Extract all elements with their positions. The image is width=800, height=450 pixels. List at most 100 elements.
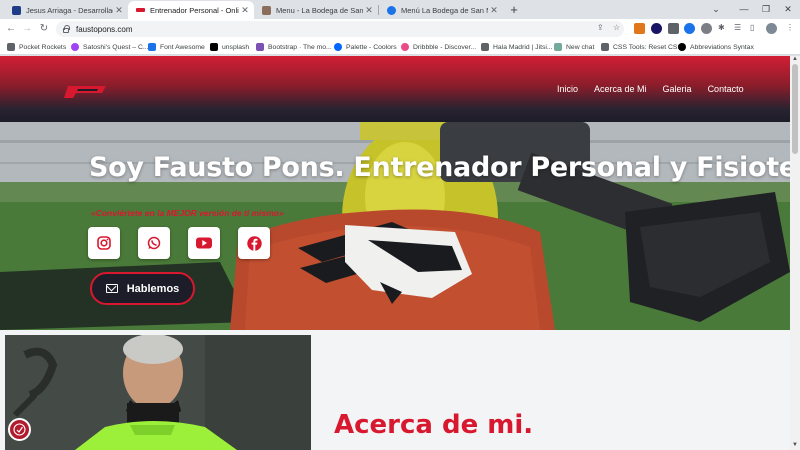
facebook-button[interactable]: [238, 227, 270, 259]
trainer-photo: [5, 335, 311, 450]
scrollbar-thumb[interactable]: [792, 64, 798, 154]
facebook-icon: [246, 235, 262, 251]
nav-link-inicio[interactable]: Inicio: [557, 84, 578, 94]
bookmark-item[interactable]: Bootstrap · The mo...: [256, 41, 332, 53]
instagram-icon: [97, 236, 111, 250]
bookmark-icon: [256, 43, 264, 51]
bookmark-icon: [601, 43, 609, 51]
bookmark-item[interactable]: Palette - Coolors: [334, 41, 397, 53]
extension-icon[interactable]: [701, 23, 712, 34]
bookmark-icon: [334, 43, 342, 51]
close-window-button[interactable]: ✕: [774, 0, 800, 19]
close-icon[interactable]: ✕: [239, 5, 251, 16]
whatsapp-icon: [147, 236, 161, 250]
about-section: Acerca de mi.: [0, 330, 790, 450]
bookmark-label: Pocket Rockets: [19, 43, 67, 51]
nav-link-acerca[interactable]: Acerca de Mi: [594, 84, 647, 94]
hero-title: Soy Fausto Pons. Entrenador Personal y F…: [89, 152, 790, 183]
menu-icon[interactable]: ⋮: [786, 23, 794, 32]
close-icon[interactable]: ✕: [363, 5, 375, 16]
bookmark-icon: [481, 43, 489, 51]
about-title: Acerca de mi.: [334, 410, 534, 440]
scroll-up-arrow-icon[interactable]: ▲: [790, 56, 800, 62]
web-page: Inicio Acerca de Mi Galeria Contacto Soy…: [0, 56, 790, 450]
bookmarks-bar: Pocket Rockets Satoshi's Quest – C... Fo…: [0, 39, 800, 55]
tab-title: Menu - La Bodega de San Miguel: [276, 5, 363, 15]
bookmark-star-icon[interactable]: ☆: [613, 23, 620, 32]
bookmark-icon: [210, 43, 218, 51]
reading-list-icon[interactable]: ☰: [734, 23, 741, 32]
cta-label: Hablemos: [126, 282, 180, 295]
bookmark-item[interactable]: New chat: [554, 41, 594, 53]
avatar[interactable]: [766, 23, 777, 34]
tab-fausto-pons[interactable]: Entrenador Personal - Online - Fa ✕: [128, 1, 254, 19]
extension-icon[interactable]: [651, 23, 662, 34]
hero-subtitle: «Conviértete en la MEJOR versión de ti m…: [91, 208, 284, 218]
bookmark-item[interactable]: Font Awesome: [148, 41, 205, 53]
tab-favicon: [12, 5, 21, 15]
tab-favicon: [262, 5, 271, 15]
puzzle-icon[interactable]: ✱: [718, 23, 725, 32]
tab-title: Entrenador Personal - Online - Fa: [150, 5, 239, 15]
bookmark-item[interactable]: Abbreviations Syntax: [678, 41, 754, 53]
bookmark-item[interactable]: unsplash: [210, 41, 249, 53]
whatsapp-button[interactable]: [138, 227, 170, 259]
scroll-down-arrow-icon[interactable]: ▼: [790, 442, 800, 448]
bookmark-icon: [148, 43, 156, 51]
close-icon[interactable]: ✕: [488, 5, 500, 16]
bookmark-icon: [401, 43, 409, 51]
nav-link-contacto[interactable]: Contacto: [708, 84, 744, 94]
tab-title: Menú La Bodega de San Miguel: [401, 5, 488, 15]
bookmark-label: unsplash: [222, 43, 250, 51]
tab-search-button[interactable]: ⌄: [702, 0, 730, 19]
reload-button[interactable]: ↻: [37, 22, 51, 36]
bookmark-item[interactable]: CSS Tools: Reset CSS: [601, 41, 682, 53]
youtube-button[interactable]: [188, 227, 220, 259]
bookmark-label: Abbreviations Syntax: [690, 43, 754, 51]
bookmark-icon: [678, 43, 686, 51]
browser-toolbar: ← → ↻ faustopons.com ⇪ ☆ ✱ ☰ ▯ ⋮: [0, 19, 800, 39]
metamask-extension-icon[interactable]: [634, 23, 645, 34]
bookmark-item[interactable]: Satoshi's Quest – C...: [71, 41, 149, 53]
nav-link-galeria[interactable]: Galeria: [663, 84, 692, 94]
tab-favicon: [136, 8, 145, 12]
site-logo[interactable]: [62, 84, 108, 100]
hand-icon: [13, 423, 26, 436]
tab-menu-bodega-2[interactable]: Menú La Bodega de San Miguel ✕: [379, 1, 503, 19]
back-button[interactable]: ←: [4, 22, 18, 36]
trainer-photo-image: [5, 335, 311, 450]
tab-favicon: [387, 5, 396, 15]
tab-menu-bodega[interactable]: Menu - La Bodega de San Miguel ✕: [254, 1, 378, 19]
bookmark-label: Satoshi's Quest – C...: [83, 43, 149, 51]
bookmark-item[interactable]: Hala Madrid | Jitsi...: [481, 41, 553, 53]
tab-jesus-arriaga[interactable]: Jesus Arriaga - Desarrollador Fro ✕: [4, 1, 128, 19]
side-panel-icon[interactable]: ▯: [750, 23, 754, 32]
forward-button[interactable]: →: [20, 22, 34, 36]
hablemos-button[interactable]: Hablemos: [90, 272, 195, 305]
bookmark-icon: [71, 43, 79, 51]
accessibility-badge[interactable]: [8, 418, 31, 441]
tab-strip: Jesus Arriaga - Desarrollador Fro ✕ Entr…: [0, 0, 800, 19]
bookmark-label: Hala Madrid | Jitsi...: [493, 43, 553, 51]
bookmark-label: Font Awesome: [160, 43, 205, 51]
bookmark-label: Bootstrap · The mo...: [268, 43, 332, 51]
page-scrollbar[interactable]: ▲ ▼: [790, 56, 800, 450]
instagram-button[interactable]: [88, 227, 120, 259]
bookmark-item[interactable]: Pocket Rockets: [7, 41, 66, 53]
new-tab-button[interactable]: +: [507, 2, 521, 17]
close-icon[interactable]: ✕: [113, 5, 125, 16]
extension-icon[interactable]: [668, 23, 679, 34]
tab-title: Jesus Arriaga - Desarrollador Fro: [26, 5, 113, 15]
main-nav: Inicio Acerca de Mi Galeria Contacto: [557, 84, 760, 94]
bookmark-label: New chat: [566, 43, 595, 51]
bookmark-label: Dribbble - Discover...: [413, 43, 477, 51]
envelope-icon: [105, 284, 118, 293]
lock-icon: [63, 24, 70, 33]
extension-icon[interactable]: [684, 23, 695, 34]
address-bar[interactable]: faustopons.com: [56, 21, 624, 37]
share-icon[interactable]: ⇪: [597, 23, 604, 32]
hero-section: Soy Fausto Pons. Entrenador Personal y F…: [0, 122, 790, 330]
url-text: faustopons.com: [76, 24, 133, 34]
bookmark-label: Palette - Coolors: [346, 43, 397, 51]
bookmark-item[interactable]: Dribbble - Discover...: [401, 41, 476, 53]
